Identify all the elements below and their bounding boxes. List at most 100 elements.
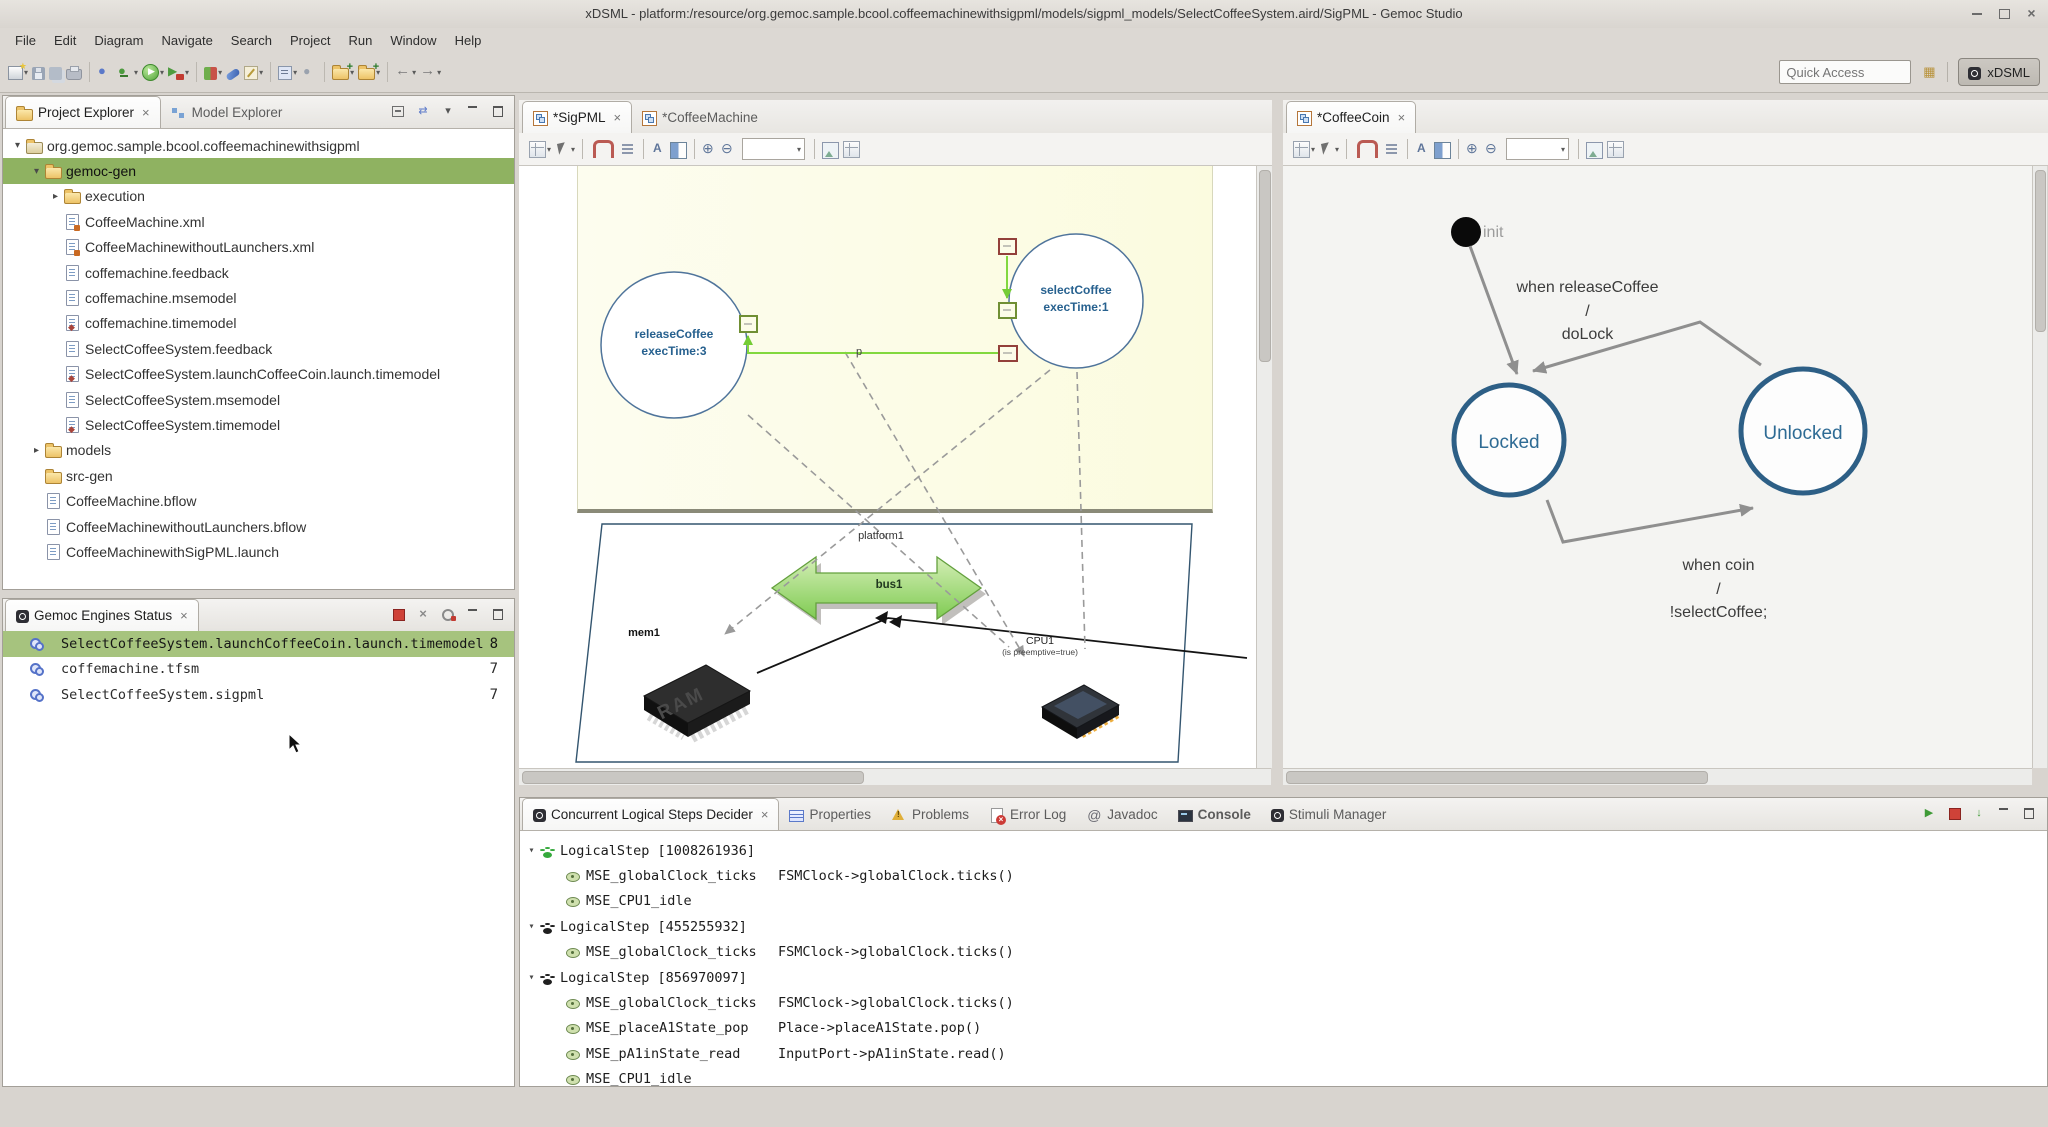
toolbar-button[interactable]: ▾ xyxy=(166,59,191,85)
toolbar-button[interactable] xyxy=(1464,138,1483,160)
logical-step-row[interactable]: MSE_CPU1_idle xyxy=(520,1067,2047,1086)
close-icon[interactable]: × xyxy=(142,105,150,120)
engine-row[interactable]: SelectCoffeeSystem.sigpml7 xyxy=(3,682,514,708)
window-minimize-icon[interactable] xyxy=(1971,7,1984,20)
tree-item[interactable]: ▾org.gemoc.sample.bcool.coffeemachinewit… xyxy=(3,133,514,158)
toolbar-button[interactable] xyxy=(619,138,638,160)
toolbar-button[interactable]: ▾ xyxy=(115,59,140,85)
logical-step-row[interactable]: MSE_globalClock_ticksFSMClock->globalClo… xyxy=(520,940,2047,965)
toolbar-button[interactable]: ▾ xyxy=(418,59,443,85)
toolbar-button[interactable] xyxy=(299,59,319,85)
view-tab[interactable]: Javadoc xyxy=(1076,799,1167,830)
tree-item[interactable]: SelectCoffeeSystem.feedback xyxy=(3,336,514,361)
logical-step-row[interactable]: ▾LogicalStep [455255932] xyxy=(520,914,2047,939)
tree-item[interactable]: ▸models xyxy=(3,438,514,463)
toolbar-button[interactable] xyxy=(1432,138,1453,160)
toolbar-button[interactable] xyxy=(1605,138,1626,160)
actor-releasecoffee[interactable] xyxy=(601,272,747,418)
tree-item[interactable]: CoffeeMachine.bflow xyxy=(3,488,514,513)
menu-item[interactable]: Edit xyxy=(45,31,85,50)
tree-item[interactable]: src-gen xyxy=(3,463,514,488)
toolbar-button[interactable] xyxy=(64,59,84,85)
tree-item[interactable]: SelectCoffeeSystem.msemodel xyxy=(3,387,514,412)
toolbar-button[interactable] xyxy=(668,138,689,160)
menu-item[interactable]: File xyxy=(6,31,45,50)
engine-row[interactable]: coffemachine.tfsm7 xyxy=(3,657,514,683)
view-tab[interactable]: *CoffeeMachine xyxy=(632,102,768,133)
perspective-button-xdsml[interactable]: xDSML xyxy=(1958,58,2040,86)
resume-icon[interactable] xyxy=(1921,805,1937,821)
right-horizontal-scrollbar[interactable] xyxy=(1283,768,2032,785)
tree-item[interactable]: CoffeeMachine.xml xyxy=(3,209,514,234)
quick-access-input[interactable] xyxy=(1779,60,1911,84)
link-with-editor-icon[interactable] xyxy=(415,103,431,119)
close-icon[interactable]: × xyxy=(761,807,769,822)
menu-item[interactable]: Window xyxy=(381,31,445,50)
tree-item[interactable]: CoffeeMachinewithoutLaunchers.xml xyxy=(3,235,514,260)
minimize-icon[interactable] xyxy=(465,606,481,622)
maximize-icon[interactable] xyxy=(490,606,506,622)
logical-step-row[interactable]: MSE_pA1inState_readInputPort->pA1inState… xyxy=(520,1041,2047,1066)
toolbar-button[interactable]: ▾ xyxy=(553,138,577,160)
expander-icon[interactable]: ▾ xyxy=(524,972,539,983)
tree-item[interactable]: CoffeeMachinewithSigPML.launch xyxy=(3,539,514,564)
view-menu-icon[interactable] xyxy=(440,103,456,119)
data-connections[interactable] xyxy=(748,256,1007,353)
close-icon[interactable]: × xyxy=(614,110,622,125)
toolbar-button[interactable] xyxy=(95,59,115,85)
editor-sash[interactable] xyxy=(1272,100,1283,784)
zoom-combo[interactable]: ▾ xyxy=(1506,138,1569,160)
zoom-combo[interactable]: ▾ xyxy=(742,138,805,160)
toolbar-button[interactable] xyxy=(30,59,47,85)
view-tab[interactable]: Model Explorer xyxy=(161,97,293,128)
coffeecoin-diagram-canvas[interactable]: init when releaseCoffee / doLock Locked … xyxy=(1283,166,2032,768)
stop-engine-icon[interactable] xyxy=(390,606,406,622)
toolbar-button[interactable] xyxy=(1413,138,1432,160)
toolbar-button[interactable]: ▾ xyxy=(330,59,356,85)
dispose-engine-icon[interactable] xyxy=(415,606,431,622)
ports[interactable] xyxy=(740,239,1017,361)
view-tab[interactable]: *SigPML× xyxy=(522,101,632,133)
toolbar-button[interactable] xyxy=(1383,138,1402,160)
center-horizontal-scrollbar[interactable] xyxy=(519,768,1271,785)
menu-item[interactable]: Diagram xyxy=(85,31,152,50)
engine-row[interactable]: SelectCoffeeSystem.launchCoffeeCoin.laun… xyxy=(3,631,514,657)
transition-init-to-locked[interactable] xyxy=(1470,246,1517,374)
view-tab[interactable]: Concurrent Logical Steps Decider× xyxy=(522,798,779,830)
sigpml-diagram-canvas[interactable]: RAM xyxy=(519,166,1256,768)
collapse-all-icon[interactable] xyxy=(390,103,406,119)
toolbar-button[interactable]: ▾ xyxy=(276,59,299,85)
toolbar-button[interactable]: ▾ xyxy=(1317,138,1341,160)
tree-item[interactable]: SelectCoffeeSystem.launchCoffeeCoin.laun… xyxy=(3,362,514,387)
toolbar-button[interactable]: ▾ xyxy=(1291,138,1317,160)
tree-item[interactable]: coffemachine.timemodel xyxy=(3,311,514,336)
logical-step-row[interactable]: MSE_globalClock_ticksFSMClock->globalClo… xyxy=(520,990,2047,1015)
toolbar-button[interactable] xyxy=(1584,138,1605,160)
view-tab[interactable]: Gemoc Engines Status× xyxy=(5,599,199,631)
step-icon[interactable] xyxy=(1971,805,1987,821)
tree-item[interactable]: ▸execution xyxy=(3,184,514,209)
open-perspective-icon[interactable]: ▦ xyxy=(1921,64,1937,80)
expander-icon[interactable]: ▾ xyxy=(9,140,26,151)
menu-item[interactable]: Run xyxy=(339,31,381,50)
maximize-icon[interactable] xyxy=(490,103,506,119)
tree-item[interactable]: ▾gemoc-gen xyxy=(3,158,514,183)
actor-selectcoffee[interactable] xyxy=(1009,234,1143,368)
state-unlocked-node[interactable] xyxy=(1741,369,1865,493)
view-tab[interactable]: Error Log xyxy=(979,799,1076,830)
view-tab[interactable]: Problems xyxy=(881,799,979,830)
logical-step-row[interactable]: MSE_CPU1_idle xyxy=(520,889,2047,914)
dispose-stopped-engines-icon[interactable] xyxy=(440,606,456,622)
toolbar-button[interactable]: ▾ xyxy=(242,59,265,85)
expander-icon[interactable]: ▸ xyxy=(28,445,45,456)
tree-item[interactable]: CoffeeMachinewithoutLaunchers.bflow xyxy=(3,514,514,539)
close-icon[interactable]: × xyxy=(1398,110,1406,125)
maximize-icon[interactable] xyxy=(2021,805,2037,821)
toolbar-button[interactable] xyxy=(820,138,841,160)
tree-item[interactable]: coffemachine.feedback xyxy=(3,260,514,285)
view-tab[interactable]: Console xyxy=(1168,799,1261,830)
toolbar-button[interactable] xyxy=(1483,138,1502,160)
view-tab[interactable]: Project Explorer× xyxy=(5,96,161,128)
expander-icon[interactable]: ▾ xyxy=(524,845,539,856)
expander-icon[interactable]: ▾ xyxy=(28,166,45,177)
